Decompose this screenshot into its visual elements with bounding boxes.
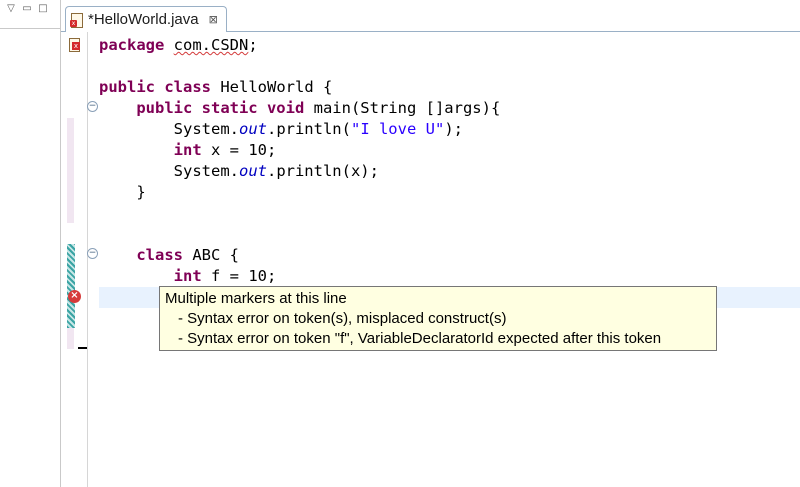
error-icon[interactable]: × [68,290,81,303]
hover-item: - Syntax error on token(s), misplaced co… [178,310,507,327]
code-editor: x *HelloWorld.java ⊠ x × − − package com… [61,0,800,487]
code-line: package com.CSDN; [99,36,258,54]
code-text[interactable]: package com.CSDN; public class HelloWorl… [99,35,500,287]
range-indicator [67,118,74,223]
code-line: int x = 10; [173,141,277,159]
tab-label: *HelloWorld.java [88,11,199,28]
tab-helloworld-java[interactable]: x *HelloWorld.java ⊠ [65,6,227,32]
close-tab-icon[interactable]: ⊠ [209,13,218,26]
java-file-error-icon: x [70,12,84,28]
code-line: public class HelloWorld { [99,78,333,96]
hover-item: - Syntax error on token "f", VariableDec… [178,330,662,347]
code-line: int f = 10; [173,267,277,285]
editor-tab-bar: x *HelloWorld.java ⊠ [61,0,800,32]
view-controls: ▽ ▭ □ [5,4,49,16]
code-line: public static void main(String []args){ [136,99,501,117]
error-hover-tooltip: Multiple markers at this line - Syntax e… [159,286,717,351]
minimize-icon[interactable]: ▭ [21,4,33,16]
code-line: System.out.println("I love U"); [173,120,463,138]
error-marker-icon[interactable]: x [67,38,81,52]
vertical-ruler[interactable]: x × − − [63,32,98,487]
view-divider [0,28,60,29]
chevron-down-icon[interactable]: ▽ [5,4,17,16]
code-line: class ABC { [136,246,239,264]
text-cursor [78,347,87,349]
fold-collapse-icon[interactable]: − [87,101,98,112]
hover-title: Multiple markers at this line [165,290,347,307]
left-view-panel: ▽ ▭ □ [0,0,61,487]
maximize-icon[interactable]: □ [37,4,49,16]
quick-diff-marker [67,244,75,328]
code-line: System.out.println(x); [173,162,379,180]
range-indicator [67,328,74,349]
fold-collapse-icon[interactable]: − [87,248,98,259]
code-line: } [136,183,146,201]
